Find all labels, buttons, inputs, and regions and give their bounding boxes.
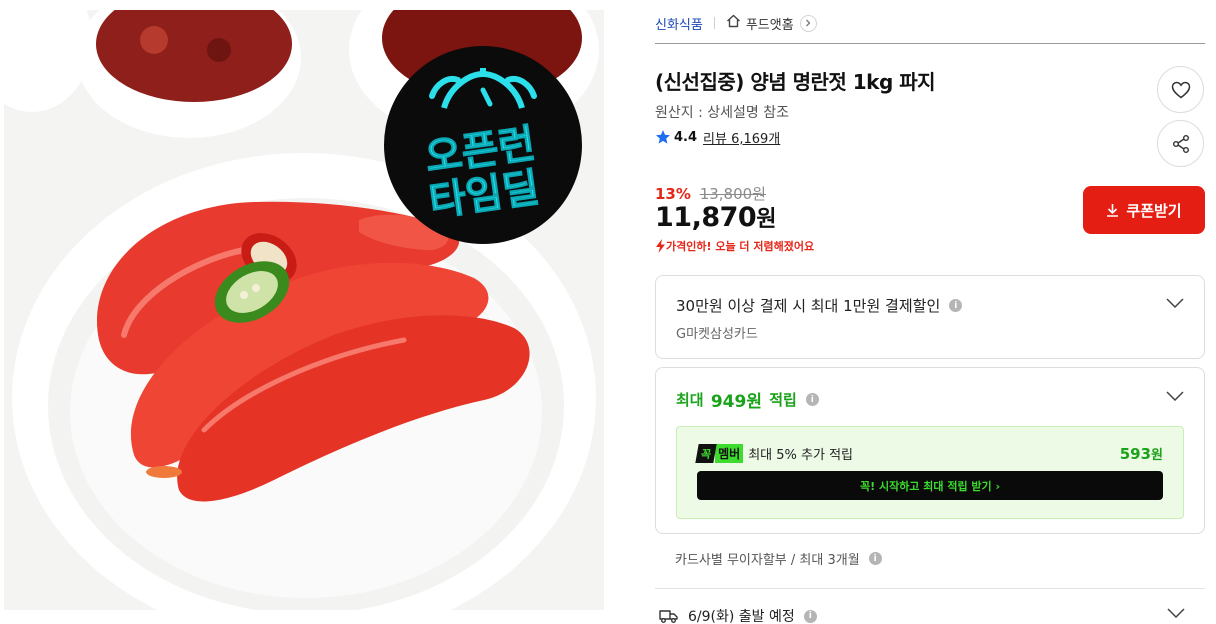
product-info-panel: 신화식품 푸드앳홈 (신선집중) 양념 명란젓 1kg 파지 원산지 : 상세설… — [655, 0, 1205, 624]
info-icon[interactable]: i — [803, 609, 817, 623]
member-join-button[interactable]: 꼭! 시작하고 최대 적립 받기 › — [697, 471, 1163, 500]
price-drop-notice: 가격인하! 오늘 더 저렴해졌어요 — [655, 238, 814, 254]
truck-icon — [659, 610, 678, 623]
chevron-right-icon[interactable] — [799, 14, 817, 32]
chevron-down-icon[interactable] — [1166, 298, 1184, 308]
reward-suffix: 적립 — [769, 391, 797, 409]
info-icon[interactable]: i — [868, 552, 882, 565]
member-amount-number: 593 — [1119, 445, 1152, 463]
wishlist-button[interactable] — [1157, 66, 1204, 113]
card-benefit-box[interactable]: 30만원 이상 결제 시 최대 1만원 결제할인 i G마켓삼성카드 — [655, 275, 1205, 359]
share-button[interactable] — [1157, 120, 1204, 167]
seller-row: 신화식품 푸드앳홈 — [655, 13, 817, 33]
member-benefit-box: 꼭 멤버 최대 5% 추가 적립 593원 꼭! 시작하고 최대 적립 받기 › — [676, 426, 1184, 519]
reward-amount: 949원 — [710, 392, 762, 412]
card-benefit-title: 30만원 이상 결제 시 최대 1만원 결제할인 — [676, 297, 941, 315]
product-origin: 원산지 : 상세설명 참조 — [655, 105, 789, 121]
rating-row: 4.4 리뷰 6,169개 — [655, 127, 780, 147]
member-logo-mark: 꼭 — [695, 444, 717, 463]
sale-price-unit: 원 — [756, 207, 776, 232]
info-icon[interactable]: i — [805, 393, 819, 406]
product-image[interactable]: 오픈런 타임딜 — [4, 10, 604, 610]
seller-link[interactable]: 신화식품 — [655, 14, 703, 33]
reward-title-row[interactable]: 최대 949원 적립 i — [676, 387, 819, 412]
chevron-down-icon[interactable] — [1167, 608, 1185, 618]
heart-icon — [1171, 81, 1190, 98]
chevron-down-icon[interactable] — [1166, 391, 1184, 401]
reward-box: 최대 949원 적립 i 꼭 멤버 최대 5% 추가 적립 593원 꼭! 시작하… — [655, 367, 1205, 534]
installment-row: 카드사별 무이자할부 / 최대 3개월 i — [675, 549, 882, 568]
coupon-button[interactable]: 쿠폰받기 — [1083, 186, 1205, 234]
member-benefit-text: 최대 5% 추가 적립 — [748, 448, 853, 463]
price-drop-text: 가격인하! 오늘 더 저렴해졌어요 — [666, 240, 815, 253]
sale-price-number: 11,870 — [655, 202, 757, 233]
info-icon[interactable]: i — [949, 299, 963, 312]
coupon-button-label: 쿠폰받기 — [1126, 201, 1182, 220]
member-reward-amount: 593원 — [1120, 444, 1163, 463]
card-benefit-title-row: 30만원 이상 결제 시 최대 1만원 결제할인 i — [676, 295, 963, 316]
share-icon — [1172, 134, 1189, 153]
download-icon — [1107, 204, 1119, 217]
divider — [713, 17, 715, 29]
reward-prefix: 최대 — [676, 391, 704, 409]
section-divider — [655, 588, 1205, 589]
brand-shop-link[interactable]: 푸드앳홈 — [746, 14, 794, 33]
bolt-icon — [656, 239, 665, 253]
review-link[interactable]: 리뷰 6,169개 — [703, 128, 780, 147]
rating-value: 4.4 — [674, 129, 698, 145]
shipping-row[interactable]: 6/9(화) 출발 예정 i — [659, 606, 817, 624]
installment-text: 카드사별 무이자할부 / 최대 3개월 — [675, 553, 860, 568]
sale-price: 11,870원 — [655, 201, 776, 233]
alarm-clock-icon: 오픈런 타임딜 — [422, 68, 543, 226]
shipping-text: 6/9(화) 출발 예정 — [688, 609, 795, 624]
star-icon — [656, 130, 670, 144]
card-benefit-subtitle: G마켓삼성카드 — [676, 327, 758, 342]
header-divider — [655, 43, 1205, 44]
member-logo: 꼭 멤버 — [695, 444, 744, 463]
member-row: 꼭 멤버 최대 5% 추가 적립 — [695, 444, 853, 463]
member-amount-unit: 원 — [1151, 448, 1163, 463]
time-deal-badge: 오픈런 타임딜 — [384, 46, 582, 244]
product-title: (신선집중) 양념 명란젓 1kg 파지 — [655, 70, 936, 94]
home-icon — [726, 14, 741, 32]
member-logo-text: 멤버 — [715, 444, 744, 463]
